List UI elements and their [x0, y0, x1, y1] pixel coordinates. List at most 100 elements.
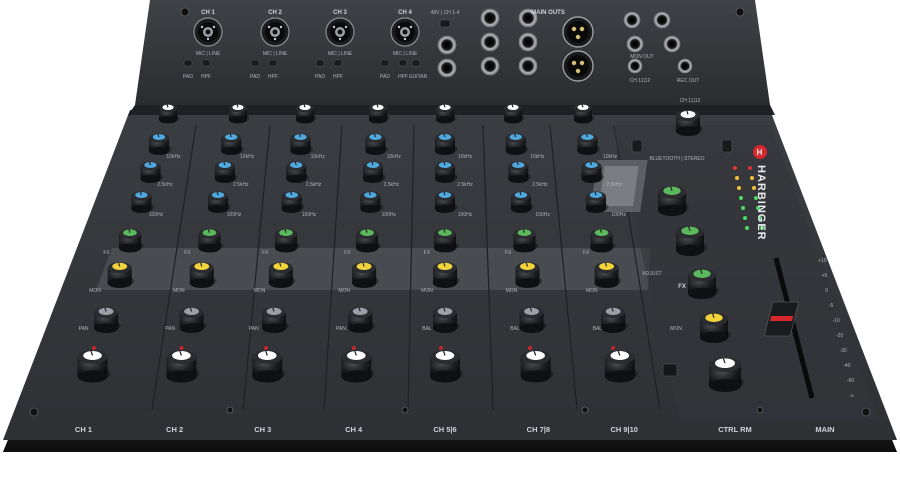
hpf-button[interactable] [398, 59, 408, 67]
fx-send-knob[interactable] [274, 228, 300, 253]
line-input-jack[interactable] [518, 32, 538, 52]
pad-button[interactable] [380, 59, 390, 67]
line-input-jack[interactable] [518, 56, 538, 76]
eq-mid-knob[interactable] [362, 161, 386, 184]
eq-low-knob[interactable] [585, 191, 609, 214]
fx-adjust-knob[interactable] [676, 225, 707, 256]
mon-out-jack[interactable] [663, 35, 681, 53]
mon-out-jack[interactable] [653, 11, 671, 29]
mon-send-knob[interactable] [268, 262, 296, 289]
eq-mid-knob[interactable] [581, 161, 605, 184]
pan-knob[interactable] [519, 307, 547, 334]
rec-out-jack[interactable] [627, 58, 643, 74]
fx-send-knob[interactable] [356, 228, 381, 253]
mon-send-knob[interactable] [515, 262, 543, 289]
level-knob[interactable] [520, 350, 554, 383]
fx-send-knob[interactable] [198, 228, 224, 253]
pan-knob[interactable] [433, 307, 460, 334]
eq-mid-knob[interactable] [140, 161, 163, 184]
mon-out-jack[interactable] [623, 11, 641, 29]
level-knob[interactable] [604, 350, 638, 383]
eq-low-knob[interactable] [510, 191, 534, 214]
guitar-button[interactable] [411, 59, 421, 67]
line-input-jack[interactable] [480, 32, 500, 52]
eq-high-knob[interactable] [148, 133, 172, 156]
line-input-jack[interactable] [480, 56, 500, 76]
main-out-xlr-right[interactable] [562, 50, 594, 82]
gain-knob[interactable] [296, 104, 317, 124]
mon-button[interactable] [662, 363, 678, 377]
eq-low-knob[interactable] [360, 191, 383, 214]
stereo-button[interactable] [721, 139, 733, 153]
mon-send-knob[interactable] [594, 262, 622, 289]
fx-send-knob[interactable] [434, 228, 459, 253]
hpf-button[interactable] [268, 59, 278, 67]
ctrl-rm-knob[interactable] [709, 357, 744, 392]
eq-mid-knob[interactable] [286, 161, 309, 184]
combo-input-jack[interactable] [260, 17, 290, 47]
bluetooth-button[interactable] [631, 139, 643, 153]
phantom-power-button[interactable] [439, 19, 451, 28]
eq-low-knob[interactable] [281, 191, 305, 214]
meter-led-right [748, 166, 752, 170]
gain-knob[interactable] [159, 104, 180, 124]
pad-label: PAD [315, 74, 325, 80]
pan-knob[interactable] [262, 307, 289, 334]
fx-level-knob[interactable] [688, 268, 719, 299]
eq-low-knob[interactable] [435, 191, 458, 214]
eq-high-knob[interactable] [577, 133, 600, 156]
line-input-jack[interactable] [437, 35, 457, 55]
gain-knob[interactable] [369, 104, 390, 124]
line-input-jack[interactable] [437, 58, 457, 78]
gain-knob[interactable] [504, 104, 525, 124]
level-knob[interactable] [252, 350, 286, 383]
pad-button[interactable] [250, 59, 260, 67]
fx-send-knob[interactable] [513, 228, 538, 253]
eq-mid-knob[interactable] [508, 161, 531, 184]
fx-send-knob[interactable] [590, 228, 616, 253]
pan-knob[interactable] [94, 307, 121, 334]
eq-low-knob[interactable] [131, 191, 154, 214]
channel-label: CH 2 [166, 425, 183, 434]
combo-input-jack[interactable] [193, 17, 223, 47]
ch11-12-label: CH 11|12 [680, 98, 701, 104]
combo-input-jack[interactable] [325, 17, 355, 47]
rec-out-jack[interactable] [677, 58, 693, 74]
combo-input-jack[interactable] [390, 17, 420, 47]
level-knob[interactable] [166, 350, 200, 383]
gain-knob[interactable] [436, 104, 457, 124]
line-input-jack[interactable] [480, 8, 500, 28]
gain-knob[interactable] [574, 104, 595, 124]
eq-high-knob[interactable] [505, 133, 529, 156]
pan-knob[interactable] [348, 307, 375, 334]
eq-high-knob[interactable] [365, 133, 388, 156]
eq-low-freq-label: 100Hz [458, 212, 473, 218]
fx-send-knob[interactable] [118, 228, 144, 253]
hpf-button[interactable] [201, 59, 211, 67]
brand-logo-letter: H [757, 148, 764, 157]
mon-send-knob[interactable] [189, 262, 217, 289]
eq-high-knob[interactable] [290, 133, 313, 156]
ch11-12-gain-knob[interactable] [676, 110, 703, 136]
main-out-xlr-left[interactable] [562, 16, 594, 48]
gain-knob[interactable] [229, 104, 250, 124]
eq-low-knob[interactable] [208, 191, 231, 214]
eq-high-knob[interactable] [435, 133, 458, 156]
mon-send-knob[interactable] [433, 262, 460, 289]
mon-level-knob[interactable] [700, 312, 731, 343]
eq-mid-knob[interactable] [435, 161, 458, 184]
mon-send-knob[interactable] [107, 262, 135, 289]
level-knob[interactable] [430, 350, 463, 383]
mon-out-jack[interactable] [626, 35, 644, 53]
pan-knob[interactable] [601, 307, 628, 334]
level-knob[interactable] [77, 350, 111, 383]
eq-high-knob[interactable] [221, 133, 244, 156]
mon-send-knob[interactable] [352, 262, 379, 289]
hpf-button[interactable] [333, 59, 343, 67]
fx-return-knob[interactable] [658, 185, 689, 216]
eq-mid-knob[interactable] [214, 161, 238, 184]
pad-button[interactable] [315, 59, 325, 67]
pan-knob[interactable] [179, 307, 207, 334]
level-knob[interactable] [341, 350, 375, 383]
pad-button[interactable] [183, 59, 193, 67]
